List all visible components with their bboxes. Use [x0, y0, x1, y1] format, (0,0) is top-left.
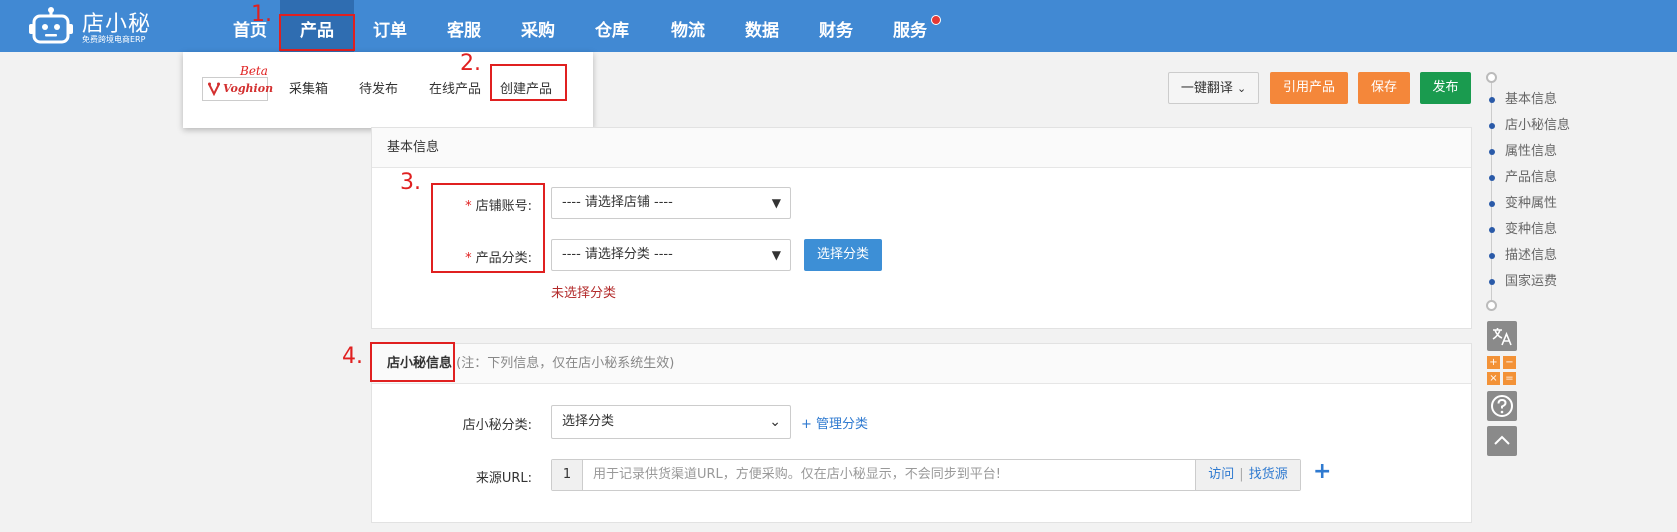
publish-button[interactable]: 发布 [1420, 72, 1471, 104]
annotation-box-products [279, 14, 355, 51]
source-url-index: 1 [552, 460, 583, 490]
anchor-nav-line [1491, 79, 1492, 307]
nav-logistics[interactable]: 物流 [656, 0, 720, 52]
save-button[interactable]: 保存 [1358, 72, 1410, 104]
question-glyph [1491, 395, 1513, 417]
dxm-info-panel: 店小秘信息 (注：下列信息，仅在店小秘系统生效) [371, 343, 1472, 523]
shop-account-value: ---- 请选择店铺 ---- [562, 195, 673, 210]
notification-dot [931, 15, 941, 25]
calculator-icon[interactable]: + − × = [1487, 356, 1517, 386]
source-url-actions: 访问 | 找货源 [1195, 460, 1300, 490]
nav-warehouse[interactable]: 仓库 [582, 0, 642, 52]
nav-services[interactable]: 服务 [878, 0, 942, 52]
translate-icon[interactable] [1487, 321, 1517, 351]
product-category-select[interactable]: ---- 请选择分类 ---- ▼ [551, 239, 791, 271]
chevron-down-icon: ▼ [771, 196, 781, 210]
shop-account-select[interactable]: ---- 请选择店铺 ---- ▼ [551, 187, 791, 219]
dropdown-collect-box[interactable]: 采集箱 [289, 78, 328, 97]
beta-tag: Beta [240, 64, 268, 78]
annotation-box-create-product [490, 64, 567, 101]
source-url-input[interactable]: 用于记录供货渠道URL，方便采购。仅在店小秘显示，不会同步到平台! [583, 460, 1193, 490]
source-url-group: 1 用于记录供货渠道URL，方便采购。仅在店小秘显示，不会同步到平台! 访问 | 找… [551, 459, 1301, 491]
back-to-top-icon[interactable] [1487, 426, 1517, 456]
translate-button-label: 一键翻译 [1180, 81, 1233, 96]
translate-button[interactable]: 一键翻译 ⌄ [1168, 72, 1259, 104]
robot-logo-icon [29, 7, 73, 44]
chevron-up-glyph [1494, 435, 1510, 445]
voghion-brand-text: Voghion [223, 82, 274, 95]
chevron-down-icon: ▼ [771, 248, 781, 262]
chevron-down-icon: ⌄ [769, 414, 781, 430]
voghion-entry[interactable]: Voghion [202, 77, 273, 101]
dxm-category-select[interactable]: 选择分类 ⌄ [551, 405, 791, 439]
annotation-box-dxm-info [370, 342, 455, 382]
dxm-category-value: 选择分类 [562, 414, 615, 429]
chevron-down-icon: ⌄ [1236, 82, 1247, 95]
dropdown-pending-publish[interactable]: 待发布 [359, 78, 398, 97]
translate-glyph [1492, 328, 1512, 346]
nav-finance[interactable]: 财务 [804, 0, 868, 52]
import-product-button[interactable]: 引用产品 [1270, 72, 1348, 104]
product-category-value: ---- 请选择分类 ---- [562, 247, 673, 262]
help-icon[interactable] [1487, 391, 1517, 421]
choose-category-button[interactable]: 选择分类 [804, 239, 882, 271]
nav-purchase[interactable]: 采购 [508, 0, 568, 52]
source-url-label: 来源URL: [475, 471, 532, 486]
visit-link[interactable]: 访问 [1208, 467, 1234, 482]
dropdown-online-products[interactable]: 在线产品 [429, 78, 481, 97]
nav-data[interactable]: 数据 [730, 0, 794, 52]
add-url-plus-icon[interactable]: + [1313, 459, 1331, 484]
annotation-3: 3. [400, 170, 421, 195]
anchor-end-ring [1486, 300, 1497, 311]
dxm-category-label: 店小秘分类: [462, 418, 532, 433]
annotation-box-required-fields [431, 183, 545, 273]
dxm-info-header: 店小秘信息 (注：下列信息，仅在店小秘系统生效) [372, 344, 1471, 384]
annotation-2: 2. [460, 51, 481, 76]
nav-orders[interactable]: 订单 [360, 0, 420, 52]
logo[interactable]: 店小秘 免费跨境电商ERP [28, 4, 158, 46]
find-source-link[interactable]: 找货源 [1249, 467, 1288, 482]
anchor-start-ring [1486, 72, 1497, 83]
dxm-info-note: (注：下列信息，仅在店小秘系统生效) [456, 356, 675, 371]
basic-info-title: 基本信息 [372, 128, 1471, 168]
manage-category-link[interactable]: + 管理分类 [801, 413, 868, 432]
nav-customer-service[interactable]: 客服 [434, 0, 494, 52]
category-error-text: 未选择分类 [551, 286, 617, 301]
voghion-logo-icon [208, 82, 220, 96]
annotation-4: 4. [342, 344, 363, 369]
logo-subtitle: 免费跨境电商ERP [82, 35, 146, 44]
annotation-1: 1. [251, 2, 272, 27]
